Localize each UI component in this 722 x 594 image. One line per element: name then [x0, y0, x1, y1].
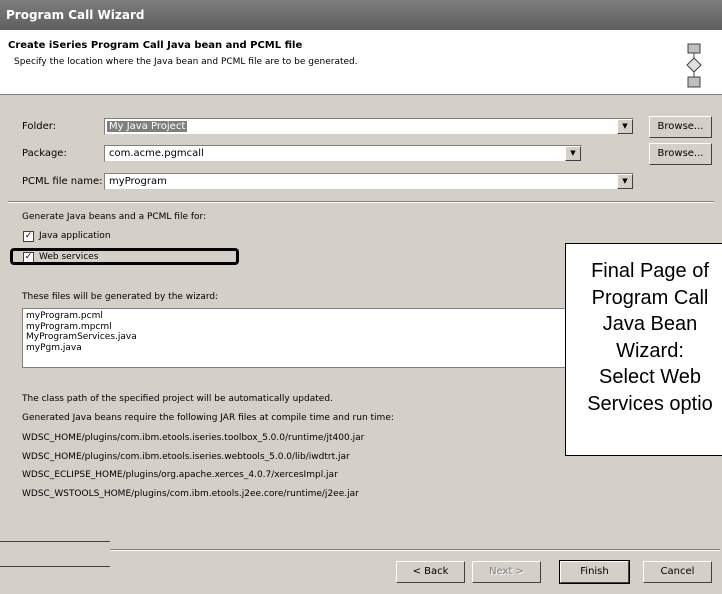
java-application-label: Java application	[39, 231, 111, 241]
browse-package-button[interactable]: Browse...	[649, 143, 712, 165]
package-value: com.acme.pgmcall	[109, 148, 204, 159]
next-button[interactable]: Next >	[472, 561, 541, 583]
callout-line: Program Call	[591, 286, 709, 309]
callout-line: Select Web	[599, 366, 701, 388]
chevron-down-icon[interactable]: ▼	[617, 174, 633, 189]
files-heading: These files will be generated by the wiz…	[22, 292, 219, 302]
callout-line: Java Bean	[602, 313, 698, 335]
folder-combo[interactable]: My Java Project ▼	[104, 118, 634, 135]
header-title: Create iSeries Program Call Java bean an…	[8, 40, 303, 51]
generate-heading: Generate Java beans and a PCML file for:	[22, 212, 207, 222]
jar-path: WDSC_HOME/plugins/com.ibm.etools.iseries…	[22, 452, 350, 462]
package-combo[interactable]: com.acme.pgmcall ▼	[104, 145, 582, 162]
generated-files-list[interactable]: myProgram.pcml myProgram.mpcml MyProgram…	[22, 308, 577, 368]
wizard-banner-icon	[686, 43, 702, 88]
list-item: myPgm.java	[26, 342, 82, 353]
wizard-header: Create iSeries Program Call Java bean an…	[0, 30, 722, 95]
folder-value: My Java Project	[107, 121, 188, 132]
pcml-file-name-value: myProgram	[109, 176, 167, 187]
callout-line: Services optio	[587, 392, 713, 415]
finish-button[interactable]: Finish	[559, 560, 630, 584]
callout-line: Wizard:	[616, 339, 684, 362]
title-bar: Program Call Wizard	[0, 0, 722, 30]
separator	[110, 549, 720, 551]
callout-line: Final Page of	[591, 260, 709, 282]
list-item: myProgram.pcml	[26, 311, 103, 321]
folder-label: Folder:	[22, 121, 57, 132]
web-services-highlight	[10, 248, 239, 265]
jar-requirement-note: Generated Java beans require the followi…	[22, 413, 394, 423]
list-item: MyProgramServices.java	[26, 332, 137, 342]
jar-path: WDSC_HOME/plugins/com.ibm.etools.iseries…	[22, 433, 365, 443]
jar-path: WDSC_WSTOOLS_HOME/plugins/com.ibm.etools…	[22, 489, 359, 499]
separator	[8, 201, 714, 203]
back-button[interactable]: < Back	[396, 561, 465, 583]
chevron-down-icon[interactable]: ▼	[617, 119, 633, 134]
chevron-down-icon[interactable]: ▼	[565, 146, 581, 161]
annotation-callout: Final Page of Program Call Java Bean Wiz…	[565, 243, 722, 456]
pcml-file-name-label: PCML file name:	[22, 176, 103, 187]
browse-folder-button[interactable]: Browse...	[649, 116, 712, 138]
program-call-wizard-window: Program Call Wizard Create iSeries Progr…	[0, 0, 722, 594]
pcml-file-name-combo[interactable]: myProgram ▼	[104, 173, 634, 190]
window-title: Program Call Wizard	[6, 8, 145, 22]
java-application-checkbox[interactable]: ✓	[23, 231, 34, 242]
divider	[0, 541, 110, 542]
package-label: Package:	[22, 148, 67, 159]
jar-path: WDSC_ECLIPSE_HOME/plugins/org.apache.xer…	[22, 470, 338, 480]
header-description: Specify the location where the Java bean…	[14, 57, 358, 67]
cancel-button[interactable]: Cancel	[643, 561, 712, 583]
list-item: myProgram.mpcml	[26, 321, 112, 332]
classpath-note: The class path of the specified project …	[22, 394, 333, 404]
divider	[0, 566, 110, 567]
